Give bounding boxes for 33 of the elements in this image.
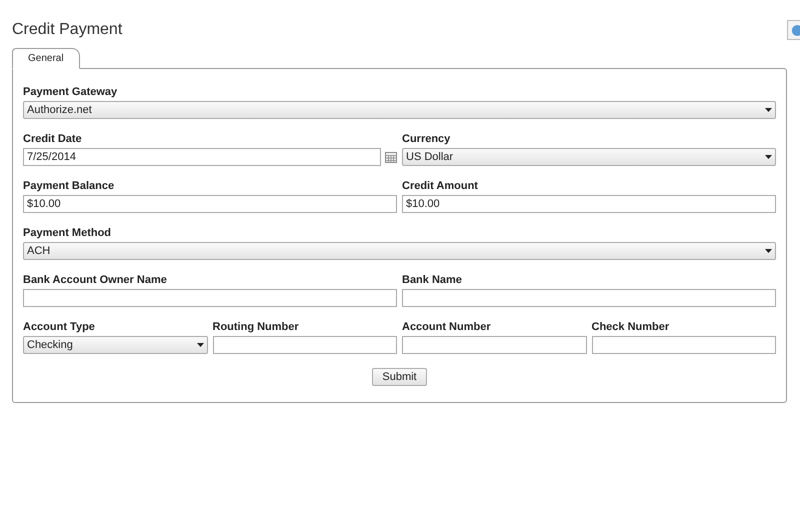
caret-icon xyxy=(765,249,772,253)
caret-icon xyxy=(765,108,772,112)
tab[interactable]: General xyxy=(12,48,80,69)
field-label: Payment Balance xyxy=(23,180,116,193)
input-field[interactable] xyxy=(402,336,586,354)
page-title: Credit Payment xyxy=(12,20,122,40)
field-label: Account Type xyxy=(23,321,96,334)
field-label: Bank Name xyxy=(402,274,463,287)
field-label: Currency xyxy=(402,133,452,146)
field-label: Credit Amount xyxy=(402,180,479,193)
input-field[interactable] xyxy=(212,336,397,354)
input-field[interactable] xyxy=(402,289,776,307)
field-label: Routing Number xyxy=(212,321,300,334)
dropdown[interactable]: ACH xyxy=(23,242,776,260)
input-field[interactable]: $10.00 xyxy=(402,195,776,213)
field-label: Bank Account Owner Name xyxy=(23,274,168,287)
help-button[interactable] xyxy=(787,20,800,40)
caret-icon xyxy=(765,155,772,159)
field-label: Payment Gateway xyxy=(23,86,118,99)
dropdown[interactable]: Authorize.net xyxy=(23,101,776,119)
caret-icon xyxy=(196,343,204,347)
dropdown[interactable]: Checking xyxy=(23,336,208,354)
input-field[interactable]: $10.00 xyxy=(23,195,397,213)
dropdown[interactable]: US Dollar xyxy=(402,148,776,166)
submit-button[interactable]: Submit xyxy=(372,368,427,386)
field-label: Credit Date xyxy=(23,133,83,146)
field-label: Payment Method xyxy=(23,227,112,240)
input-field[interactable] xyxy=(23,289,397,307)
input-field[interactable] xyxy=(592,336,776,354)
field-label: Account Number xyxy=(402,321,492,334)
calendar-icon[interactable] xyxy=(385,152,397,162)
field-label: Check Number xyxy=(592,321,670,334)
date-field[interactable]: 7/25/2014 xyxy=(23,148,381,166)
